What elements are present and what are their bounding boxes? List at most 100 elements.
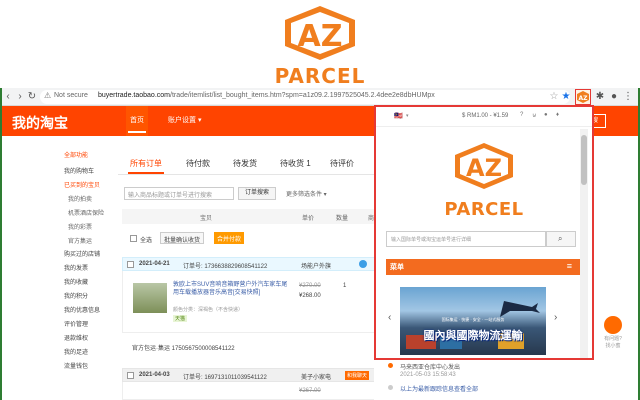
question-icon[interactable]: ? — [520, 112, 523, 118]
star-icon[interactable]: ☆ — [548, 91, 560, 103]
tracking-search-input[interactable]: 输入国际单号或淘宝运单号进行详细 — [386, 231, 546, 247]
extension-blue-icon[interactable]: ★ — [560, 91, 572, 103]
sidebar-item-footprint[interactable]: 我的足迹 — [64, 347, 88, 356]
promo-banner[interactable]: 国际集运 · 快捷 · 安全 · 一站式服务 國內與國際物流運輸 — [400, 287, 546, 355]
banner-headline: 國內與國際物流運輸 — [423, 330, 523, 342]
sidebar-item-all-functions[interactable]: 全部功能 — [64, 150, 88, 159]
order-date: 2021-04-03 — [139, 372, 170, 378]
tracking-status: 马来西亚仓库中心发出 — [400, 365, 461, 371]
assistant-avatar-icon[interactable] — [604, 316, 622, 334]
carousel-prev-icon[interactable]: ‹ — [388, 312, 391, 323]
not-secure-label: Not secure — [54, 92, 88, 99]
chevron-down-icon[interactable]: ▾ — [406, 113, 409, 119]
notification-icon[interactable]: ♦ — [556, 112, 559, 118]
tab-pending-shipment[interactable]: 待发货 — [233, 158, 257, 169]
sidebar-item-lottery[interactable]: 我的彩票 — [68, 222, 92, 231]
tab-pending-payment[interactable]: 待付款 — [186, 158, 210, 169]
hamburger-icon[interactable]: ≡ — [567, 261, 572, 271]
nav-account-settings[interactable]: 账户设置 ▾ — [168, 106, 201, 136]
extension-banner: AZ PARCEL — [0, 0, 640, 88]
order-date: 2021-04-21 — [139, 261, 170, 267]
popup-menu-bar[interactable]: 菜单 ≡ — [386, 259, 580, 275]
reload-icon[interactable]: ↻ — [26, 91, 38, 103]
sidebar-item-cart[interactable]: 我的购物车 — [64, 166, 94, 175]
chat-icon[interactable] — [359, 260, 367, 268]
exchange-rate: $ RM1.00 - ¥1.59 — [462, 113, 509, 119]
menu-label: 菜单 — [390, 264, 404, 271]
tracking-time: 2021-05-03 15:58:43 — [400, 372, 456, 378]
address-bar[interactable]: ⚠ Not secure buyertrade.taobao.com/trade… — [40, 90, 570, 104]
parcel-wordmark: PARCEL — [274, 64, 366, 88]
warning-icon: ⚠ — [44, 91, 52, 100]
cart-icon[interactable]: ⊍ — [532, 112, 536, 119]
order-list-main: 所有订单 待付款 待发货 待收货 1 待评价 输入商品标题或订单号进行搜索 订单… — [118, 136, 378, 400]
order-header: 2021-04-21 订单号: 1736638829608541122 场能户外… — [122, 257, 378, 271]
tab-pending-review[interactable]: 待评价 — [330, 158, 354, 169]
puzzle-icon[interactable]: ✱ — [594, 91, 606, 103]
product-title[interactable]: 敦欧上市SUV音响音箱野营户外汽车家车尾用车载播放器音乐高音[交易快照] — [173, 281, 293, 297]
sidebar-item-data-wallet[interactable]: 流量钱包 — [64, 361, 88, 370]
quantity: 1 — [343, 283, 347, 289]
chat-button[interactable]: 和我聊天 — [345, 371, 370, 380]
sidebar-item-invoice[interactable]: 我的发票 — [64, 263, 88, 272]
original-price: ¥267.00 — [299, 388, 321, 394]
order-search-button[interactable]: 订单搜索 — [238, 187, 276, 200]
scrollbar-thumb[interactable] — [581, 135, 587, 185]
menu-icon[interactable]: ⋮ — [622, 91, 634, 103]
user-icon[interactable]: ● — [544, 112, 548, 118]
sidebar-item-auction[interactable]: 我的拍卖 — [68, 194, 92, 203]
sidebar-item-refunds[interactable]: 退款维权 — [64, 333, 88, 342]
sidebar-item-favorites[interactable]: 我的收藏 — [64, 277, 88, 286]
select-all-checkbox[interactable] — [130, 235, 137, 242]
actual-price: ¥268.00 — [299, 293, 321, 299]
tracking-search-button[interactable]: ⌕ — [546, 231, 576, 247]
popup-az-logo-icon: AZ — [455, 143, 513, 189]
merge-pay-button[interactable]: 合并付款 — [214, 232, 245, 244]
shop-name[interactable]: 美子小家电 — [301, 372, 331, 381]
az-parcel-extension-icon[interactable]: AZ — [575, 89, 591, 105]
carousel-next-icon[interactable]: › — [554, 312, 557, 323]
tab-pending-receipt[interactable]: 待收货 1 — [280, 158, 311, 169]
sidebar-item-travel[interactable]: 机票酒店保险 — [68, 208, 104, 217]
sidebar-item-bought[interactable]: 已买到的宝贝 — [64, 180, 100, 189]
shop-name[interactable]: 场能户外旗 — [301, 261, 331, 270]
product-thumbnail[interactable] — [133, 283, 167, 313]
timeline-dot-icon — [388, 363, 393, 368]
product-tag: 天猫 — [173, 315, 188, 322]
tracking-info: 马来西亚仓库中心发出 2021-05-03 15:58:43 以上为最新跟踪信息… — [374, 360, 594, 400]
country-flag-icon[interactable]: 🇲🇾 — [394, 112, 403, 120]
popup-scrollbar[interactable] — [580, 129, 588, 358]
batch-actions: 全选 批量确认收货 合并付款 — [122, 232, 378, 246]
my-taobao-title[interactable]: 我的淘宝 — [12, 113, 68, 133]
order-number: 订单号: 1736638829608541122 — [183, 264, 268, 270]
column-price: 单价 — [302, 216, 315, 222]
nav-home[interactable]: 首页 — [126, 106, 148, 136]
url-text: buyertrade.taobao.com/trade/itemlist/lis… — [98, 92, 435, 99]
sidebar: 全部功能 我的购物车 已买到的宝贝 我的拍卖 机票酒店保险 我的彩票 官方集运 … — [0, 136, 118, 400]
sidebar-item-coupons[interactable]: 我的优惠信息 — [64, 305, 100, 314]
az-parcel-popup: 🇲🇾 ▾ $ RM1.00 - ¥1.59 ? ⊍ ● ♦ AZ PARCEL … — [374, 105, 594, 360]
sidebar-item-consolidation[interactable]: 官方集运 — [68, 236, 92, 245]
profile-icon[interactable]: ● — [608, 91, 620, 103]
search-icon: ⌕ — [558, 234, 563, 243]
column-item: 宝贝 — [200, 216, 213, 222]
original-price: ¥270.00 — [299, 283, 321, 289]
sidebar-item-points[interactable]: 我的积分 — [64, 291, 88, 300]
more-filters-toggle[interactable]: 更多筛选条件 ▾ — [286, 189, 327, 198]
back-icon[interactable]: ‹ — [2, 91, 14, 103]
order-checkbox[interactable] — [127, 372, 134, 379]
page-right-strip — [596, 136, 640, 400]
order-item: ¥267.00 — [122, 382, 378, 400]
forward-icon[interactable]: › — [14, 91, 26, 103]
tab-all-orders[interactable]: 所有订单 — [130, 158, 162, 169]
sidebar-item-shops[interactable]: 购买过的店铺 — [64, 249, 100, 258]
order-search-input[interactable]: 输入商品标题或订单号进行搜索 — [124, 187, 234, 200]
az-logo-icon: AZ — [285, 6, 355, 60]
order-checkbox[interactable] — [127, 261, 134, 268]
view-all-tracking-link[interactable]: 以上为最新跟踪信息查看全部 — [400, 384, 478, 393]
help-widget[interactable]: 有问题? 找小蜜 — [598, 316, 628, 360]
order-number: 订单号: 1697131011039541122 — [183, 375, 267, 381]
column-quantity: 数量 — [336, 216, 349, 222]
sidebar-item-reviews[interactable]: 评价管理 — [64, 319, 88, 328]
batch-confirm-button[interactable]: 批量确认收货 — [160, 232, 205, 244]
